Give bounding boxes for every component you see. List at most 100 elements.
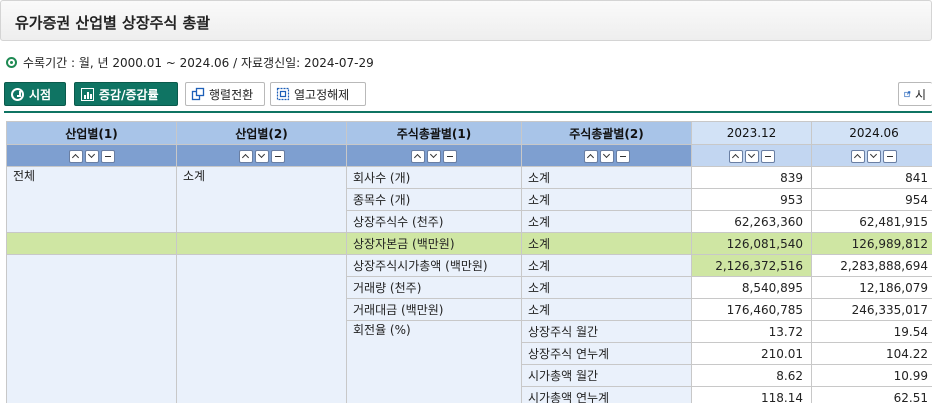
value-cell[interactable]: 954	[811, 188, 932, 211]
clock-icon	[11, 87, 24, 101]
time-button[interactable]: 시점	[4, 82, 66, 106]
col-controls	[691, 144, 812, 167]
stock-2-cell: 소계	[521, 298, 692, 321]
value-cell[interactable]: 953	[691, 188, 812, 211]
col-header-industry-2[interactable]: 산업별(2)	[176, 121, 347, 145]
collapse-icon[interactable]	[883, 149, 897, 163]
value-cell[interactable]: 176,460,785	[691, 298, 812, 321]
col-controls	[176, 144, 347, 167]
collapse-icon[interactable]	[270, 149, 285, 163]
sort-desc-icon[interactable]	[427, 149, 441, 163]
bullet-icon	[6, 56, 17, 68]
col-controls	[346, 144, 522, 167]
page-title: 유가증권 산업별 상장주식 총괄	[15, 14, 211, 32]
value-cell[interactable]: 841	[811, 166, 932, 189]
sort-asc-icon[interactable]	[68, 149, 83, 163]
statistics-table: 산업별(1) 산업별(2) 주식총괄별(1) 주식총괄별(2) 2023.12 …	[6, 121, 932, 403]
change-rate-button[interactable]: 증감/증감률	[74, 82, 178, 106]
title-bar: 유가증권 산업별 상장주식 총괄	[0, 0, 932, 41]
toolbar: 시점 증감/증감률 행렬전환 열고정해제 시	[4, 82, 932, 106]
collapse-icon[interactable]	[443, 149, 457, 163]
sort-asc-icon[interactable]	[583, 149, 598, 163]
collapse-icon[interactable]	[615, 149, 630, 163]
col-header-2024-06[interactable]: 2024.06	[811, 121, 932, 145]
sort-desc-icon[interactable]	[867, 149, 881, 163]
industry-2-cell	[176, 254, 347, 403]
value-cell[interactable]: 19.54	[811, 320, 932, 343]
table-row-selected[interactable]: 상장자본금 (백만원) 소계 126,081,540 126,989,812	[6, 232, 932, 255]
stock-2-cell: 소계	[521, 254, 692, 277]
sort-asc-icon[interactable]	[851, 149, 865, 163]
industry-2-cell	[176, 232, 347, 255]
stock-1-cell: 거래량 (천주)	[346, 276, 522, 299]
sort-asc-icon[interactable]	[238, 149, 253, 163]
stock-2-cell: 시가총액 월간	[521, 364, 692, 387]
table-row: 전체 소계 회사수 (개) 소계 839 841	[6, 166, 932, 233]
stock-2-cell: 상장주식 연누계	[521, 342, 692, 365]
unfreeze-column-button[interactable]: 열고정해제	[270, 82, 366, 106]
value-cell[interactable]: 62.51	[811, 386, 932, 403]
industry-1-cell: 전체	[6, 166, 177, 233]
toolbar-divider	[4, 111, 932, 113]
value-cell[interactable]: 839	[691, 166, 812, 189]
bar-chart-icon	[81, 87, 94, 101]
unfreeze-icon	[276, 87, 290, 101]
export-icon	[904, 91, 911, 98]
stock-1-cell: 상장자본금 (백만원)	[346, 232, 522, 255]
value-cell[interactable]: 62,263,360	[691, 210, 812, 233]
period-info: 수록기간 : 월, 년 2000.01 ~ 2024.06 / 자료갱신일: 2…	[6, 54, 374, 70]
stock-1-cell: 종목수 (개)	[346, 188, 522, 211]
more-button[interactable]: 시	[898, 82, 932, 106]
stock-1-cell: 상장주식시가총액 (백만원)	[346, 254, 522, 277]
unfreeze-button-label: 열고정해제	[294, 87, 350, 102]
value-cell[interactable]: 8.62	[691, 364, 812, 387]
sort-desc-icon[interactable]	[744, 149, 759, 163]
col-header-stock-1[interactable]: 주식총괄별(1)	[346, 121, 522, 145]
stock-2-cell: 시가총액 연누계	[521, 386, 692, 403]
pivot-button-label: 행렬전환	[209, 87, 254, 102]
col-controls	[811, 144, 932, 167]
sort-desc-icon[interactable]	[599, 149, 614, 163]
sort-desc-icon[interactable]	[84, 149, 99, 163]
col-header-industry-1[interactable]: 산업별(1)	[6, 121, 177, 145]
more-button-label: 시	[914, 87, 926, 102]
time-button-label: 시점	[29, 87, 52, 102]
value-cell[interactable]: 210.01	[691, 342, 812, 365]
sort-desc-icon[interactable]	[254, 149, 269, 163]
value-cell[interactable]: 62,481,915	[811, 210, 932, 233]
stock-2-cell: 소계	[521, 188, 692, 211]
value-cell[interactable]: 8,540,895	[691, 276, 812, 299]
value-cell[interactable]: 126,989,812	[811, 232, 932, 255]
value-cell[interactable]: 13.72	[691, 320, 812, 343]
stock-1-cell: 회전율 (%)	[346, 320, 522, 403]
sort-asc-icon[interactable]	[411, 149, 425, 163]
stock-2-cell: 소계	[521, 166, 692, 189]
value-cell-selected[interactable]: 2,126,372,516	[691, 254, 812, 277]
industry-1-cell	[6, 254, 177, 403]
stock-2-cell: 상장주식 월간	[521, 320, 692, 343]
table-row: 상장주식시가총액 (백만원) 소계 2,126,372,516 2,283,88…	[6, 254, 932, 403]
value-cell[interactable]: 126,081,540	[691, 232, 812, 255]
value-cell[interactable]: 118.14	[691, 386, 812, 403]
collapse-icon[interactable]	[100, 149, 115, 163]
value-cell[interactable]: 104.22	[811, 342, 932, 365]
value-cell[interactable]: 246,335,017	[811, 298, 932, 321]
stock-1-cell: 거래대금 (백만원)	[346, 298, 522, 321]
col-header-2023-12[interactable]: 2023.12	[691, 121, 812, 145]
col-controls	[521, 144, 692, 167]
collapse-icon[interactable]	[760, 149, 775, 163]
stock-2-cell: 소계	[521, 210, 692, 233]
stock-2-cell: 소계	[521, 276, 692, 299]
stock-1-cell: 상장주식수 (천주)	[346, 210, 522, 233]
value-cell[interactable]: 2,283,888,694	[811, 254, 932, 277]
pivot-button[interactable]: 행렬전환	[185, 82, 265, 106]
stock-1-cell: 회사수 (개)	[346, 166, 522, 189]
pivot-icon	[191, 87, 205, 101]
industry-1-cell	[6, 232, 177, 255]
col-header-stock-2[interactable]: 주식총괄별(2)	[521, 121, 692, 145]
change-rate-button-label: 증감/증감률	[99, 87, 159, 102]
value-cell[interactable]: 10.99	[811, 364, 932, 387]
sort-asc-icon[interactable]	[728, 149, 743, 163]
value-cell[interactable]: 12,186,079	[811, 276, 932, 299]
industry-2-cell: 소계	[176, 166, 347, 233]
